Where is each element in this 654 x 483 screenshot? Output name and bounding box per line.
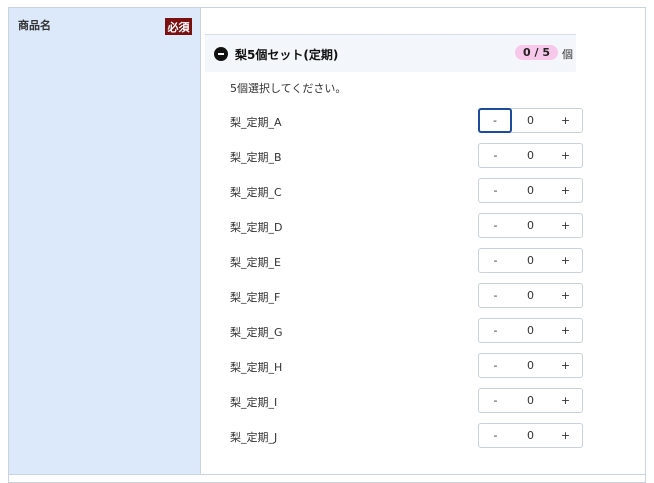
item-row: 梨_定期_J - 0 +: [230, 423, 584, 449]
decrement-button[interactable]: -: [479, 214, 512, 237]
quantity-value[interactable]: 0: [512, 424, 549, 447]
increment-button[interactable]: +: [549, 284, 582, 307]
item-row: 梨_定期_F - 0 +: [230, 283, 584, 309]
item-label: 梨_定期_D: [230, 221, 283, 234]
item-label: 梨_定期_I: [230, 396, 278, 409]
set-header[interactable]: 梨5個セット(定期) 0 / 5 個: [205, 34, 576, 72]
quantity-value[interactable]: 0: [512, 284, 549, 307]
quantity-stepper: - 0 +: [478, 108, 583, 133]
quantity-value[interactable]: 0: [512, 319, 549, 342]
decrement-button[interactable]: -: [479, 179, 512, 202]
decrement-button[interactable]: -: [479, 284, 512, 307]
increment-button[interactable]: +: [549, 214, 582, 237]
selected-count-badge: 0 / 5: [515, 45, 558, 60]
decrement-button[interactable]: -: [479, 389, 512, 412]
quantity-stepper: - 0 +: [478, 353, 583, 378]
item-row: 梨_定期_E - 0 +: [230, 248, 584, 274]
item-label: 梨_定期_F: [230, 291, 281, 304]
quantity-stepper: - 0 +: [478, 178, 583, 203]
quantity-stepper: - 0 +: [478, 213, 583, 238]
item-label: 梨_定期_H: [230, 361, 283, 374]
quantity-stepper: - 0 +: [478, 388, 583, 413]
increment-button[interactable]: +: [549, 249, 582, 272]
decrement-button[interactable]: -: [479, 424, 512, 447]
product-name-label: 商品名: [18, 19, 51, 32]
increment-button[interactable]: +: [549, 424, 582, 447]
item-label: 梨_定期_C: [230, 186, 282, 199]
item-label: 梨_定期_E: [230, 256, 281, 269]
item-row: 梨_定期_C - 0 +: [230, 178, 584, 204]
item-label: 梨_定期_J: [230, 431, 278, 444]
count-unit: 個: [562, 48, 573, 61]
item-label: 梨_定期_G: [230, 326, 283, 339]
decrement-button[interactable]: -: [479, 144, 512, 167]
required-badge: 必須: [165, 18, 192, 35]
quantity-value[interactable]: 0: [512, 389, 549, 412]
quantity-value[interactable]: 0: [512, 109, 549, 132]
item-row: 梨_定期_I - 0 +: [230, 388, 584, 414]
item-row: 梨_定期_D - 0 +: [230, 213, 584, 239]
item-row: 梨_定期_H - 0 +: [230, 353, 584, 379]
increment-button[interactable]: +: [549, 144, 582, 167]
quantity-stepper: - 0 +: [478, 423, 583, 448]
item-row: 梨_定期_B - 0 +: [230, 143, 584, 169]
quantity-value[interactable]: 0: [512, 249, 549, 272]
decrement-button[interactable]: -: [478, 108, 512, 133]
decrement-button[interactable]: -: [479, 249, 512, 272]
decrement-button[interactable]: -: [479, 354, 512, 377]
instruction-text: 5個選択してください。: [230, 82, 347, 95]
quantity-value[interactable]: 0: [512, 354, 549, 377]
decrement-button[interactable]: -: [479, 319, 512, 342]
item-row: 梨_定期_A - 0 +: [230, 108, 584, 134]
increment-button[interactable]: +: [549, 179, 582, 202]
increment-button[interactable]: +: [549, 109, 582, 132]
increment-button[interactable]: +: [549, 319, 582, 342]
quantity-stepper: - 0 +: [478, 248, 583, 273]
quantity-stepper: - 0 +: [478, 318, 583, 343]
quantity-stepper: - 0 +: [478, 143, 583, 168]
increment-button[interactable]: +: [549, 354, 582, 377]
quantity-value[interactable]: 0: [512, 144, 549, 167]
collapse-icon[interactable]: [214, 47, 228, 61]
set-title: 梨5個セット(定期): [235, 48, 339, 62]
row-divider: [9, 474, 645, 475]
product-name-label-cell: 商品名 必須: [9, 8, 201, 474]
quantity-stepper: - 0 +: [478, 283, 583, 308]
increment-button[interactable]: +: [549, 389, 582, 412]
item-row: 梨_定期_G - 0 +: [230, 318, 584, 344]
quantity-value[interactable]: 0: [512, 214, 549, 237]
quantity-value[interactable]: 0: [512, 179, 549, 202]
item-label: 梨_定期_B: [230, 151, 282, 164]
item-label: 梨_定期_A: [230, 116, 282, 129]
